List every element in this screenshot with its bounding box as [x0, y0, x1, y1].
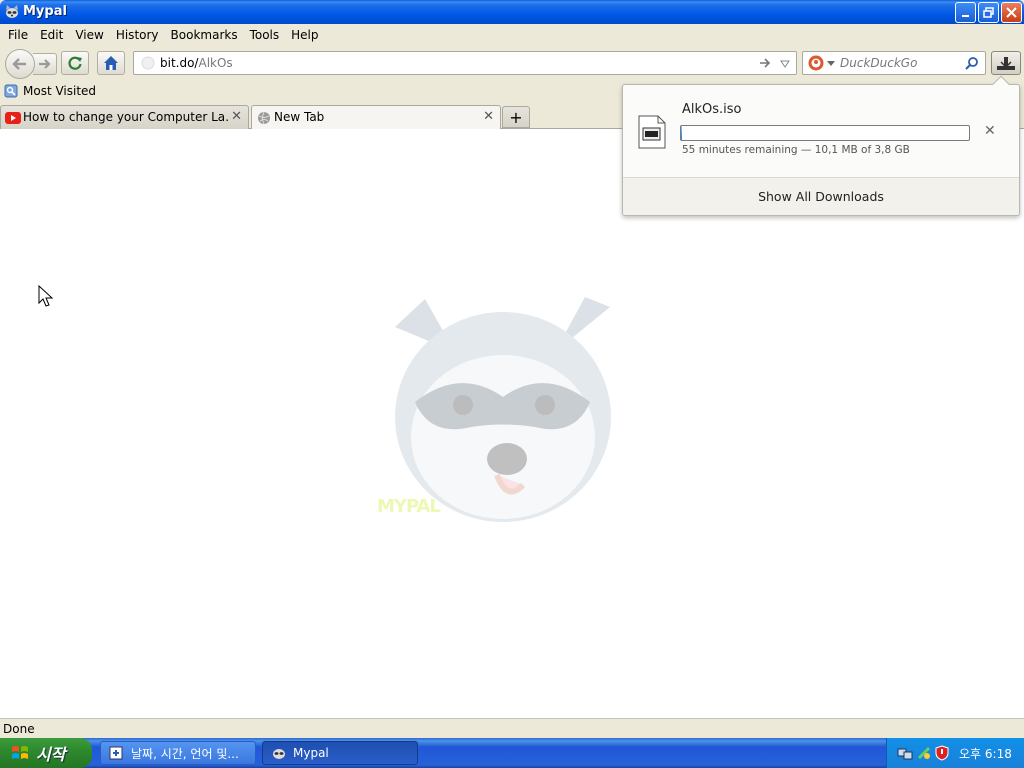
menu-bar: File Edit View History Bookmarks Tools H… [0, 24, 1024, 45]
download-icon [997, 57, 1015, 70]
bookmark-label: Most Visited [23, 84, 97, 98]
back-button[interactable] [5, 49, 35, 79]
tab-title: New Tab [274, 110, 325, 124]
raccoon-mascot-image [395, 297, 611, 522]
duckduckgo-icon [808, 55, 824, 71]
close-icon [1006, 7, 1017, 18]
status-bar: Done [0, 718, 1024, 738]
taskbar-item-label: 날짜, 시간, 언어 및... [131, 746, 239, 761]
show-all-downloads-label: Show All Downloads [758, 189, 884, 204]
bookmark-folder-icon [4, 84, 18, 98]
download-filename: AlkOs.iso [682, 102, 742, 117]
iso-file-icon [638, 115, 666, 149]
navigation-toolbar: bit.do/AlkOs DuckDuckGo [0, 45, 1024, 81]
plus-icon: + [509, 107, 523, 127]
restore-icon [983, 7, 994, 18]
menu-view[interactable]: View [69, 28, 109, 42]
taskbar: 시작 날짜, 시간, 언어 및... Mypal 오후 6:18 [0, 738, 1024, 768]
minimize-icon [962, 15, 969, 17]
tab-new-tab[interactable]: New Tab ✕ [251, 105, 501, 130]
globe-icon [258, 111, 270, 125]
downloads-button[interactable] [991, 51, 1021, 75]
forward-button[interactable] [33, 53, 57, 75]
close-tab-icon[interactable]: ✕ [231, 109, 242, 124]
menu-help[interactable]: Help [285, 28, 324, 42]
mouse-cursor-icon [38, 285, 54, 307]
arrow-left-icon [12, 58, 26, 70]
reload-icon [68, 56, 82, 70]
close-tab-icon[interactable]: ✕ [483, 109, 494, 124]
download-progress-fill [681, 126, 682, 140]
network-icon[interactable] [897, 745, 913, 761]
control-panel-icon [109, 746, 123, 760]
start-label: 시작 [36, 745, 66, 764]
download-item[interactable]: AlkOs.iso ✕ 55 minutes remaining — 10,1 … [623, 85, 1019, 178]
mypal-raccoon-icon [273, 749, 285, 759]
url-path: AlkOs [198, 56, 233, 70]
download-progress-bar [680, 125, 970, 141]
mypal-raccoon-icon [6, 5, 18, 18]
system-tray: 오후 6:18 [886, 738, 1024, 768]
cancel-download-icon[interactable]: ✕ [984, 123, 996, 139]
taskbar-item-mypal[interactable]: Mypal [262, 741, 418, 765]
go-arrow-icon[interactable] [758, 56, 772, 70]
reload-button[interactable] [61, 51, 89, 75]
bookmark-most-visited[interactable]: Most Visited [4, 84, 96, 98]
downloads-panel: AlkOs.iso ✕ 55 minutes remaining — 10,1 … [622, 75, 1020, 216]
menu-tools[interactable]: Tools [244, 28, 286, 42]
magnifier-icon[interactable] [965, 56, 979, 70]
windows-logo-icon [12, 746, 28, 759]
mascot-label: MYPAL [377, 496, 441, 517]
window-title: Mypal [23, 4, 67, 19]
search-bar[interactable]: DuckDuckGo [802, 51, 986, 75]
url-host: bit.do/ [160, 56, 199, 70]
engine-dropdown-icon[interactable] [827, 60, 835, 68]
youtube-icon [5, 112, 21, 124]
restore-button[interactable] [978, 2, 999, 23]
safely-remove-icon[interactable] [916, 745, 932, 761]
new-tab-button[interactable]: + [502, 106, 530, 128]
taskbar-item-settings[interactable]: 날짜, 시간, 언어 및... [100, 741, 256, 765]
menu-file[interactable]: File [2, 28, 34, 42]
title-bar[interactable]: Mypal [0, 0, 1024, 24]
menu-bookmarks[interactable]: Bookmarks [165, 28, 244, 42]
menu-edit[interactable]: Edit [34, 28, 69, 42]
browser-window: Mypal File Edit View History Bookmarks T… [0, 0, 1024, 738]
show-all-downloads-button[interactable]: Show All Downloads [623, 178, 1019, 215]
minimize-button[interactable] [955, 2, 976, 23]
search-placeholder: DuckDuckGo [840, 56, 918, 70]
start-button[interactable]: 시작 [0, 738, 92, 768]
tab-youtube[interactable]: How to change your Computer La… ✕ [0, 105, 249, 129]
page-icon [141, 56, 155, 70]
url-bar[interactable]: bit.do/AlkOs [133, 51, 797, 75]
taskbar-item-label: Mypal [293, 746, 329, 760]
menu-history[interactable]: History [110, 28, 165, 42]
download-status: 55 minutes remaining — 10,1 MB of 3,8 GB [682, 144, 910, 156]
url-text: bit.do/AlkOs [160, 56, 233, 70]
dropdown-arrow-icon[interactable] [779, 58, 791, 70]
home-button[interactable] [97, 51, 125, 75]
close-button[interactable] [1001, 2, 1022, 23]
tab-title: How to change your Computer La… [23, 110, 229, 124]
status-text: Done [3, 722, 35, 736]
clock[interactable]: 오후 6:18 [959, 745, 1012, 762]
security-shield-icon[interactable] [934, 745, 950, 761]
page-content[interactable]: MYPAL [0, 129, 1024, 718]
home-icon [104, 56, 118, 70]
arrow-right-icon [39, 59, 51, 69]
